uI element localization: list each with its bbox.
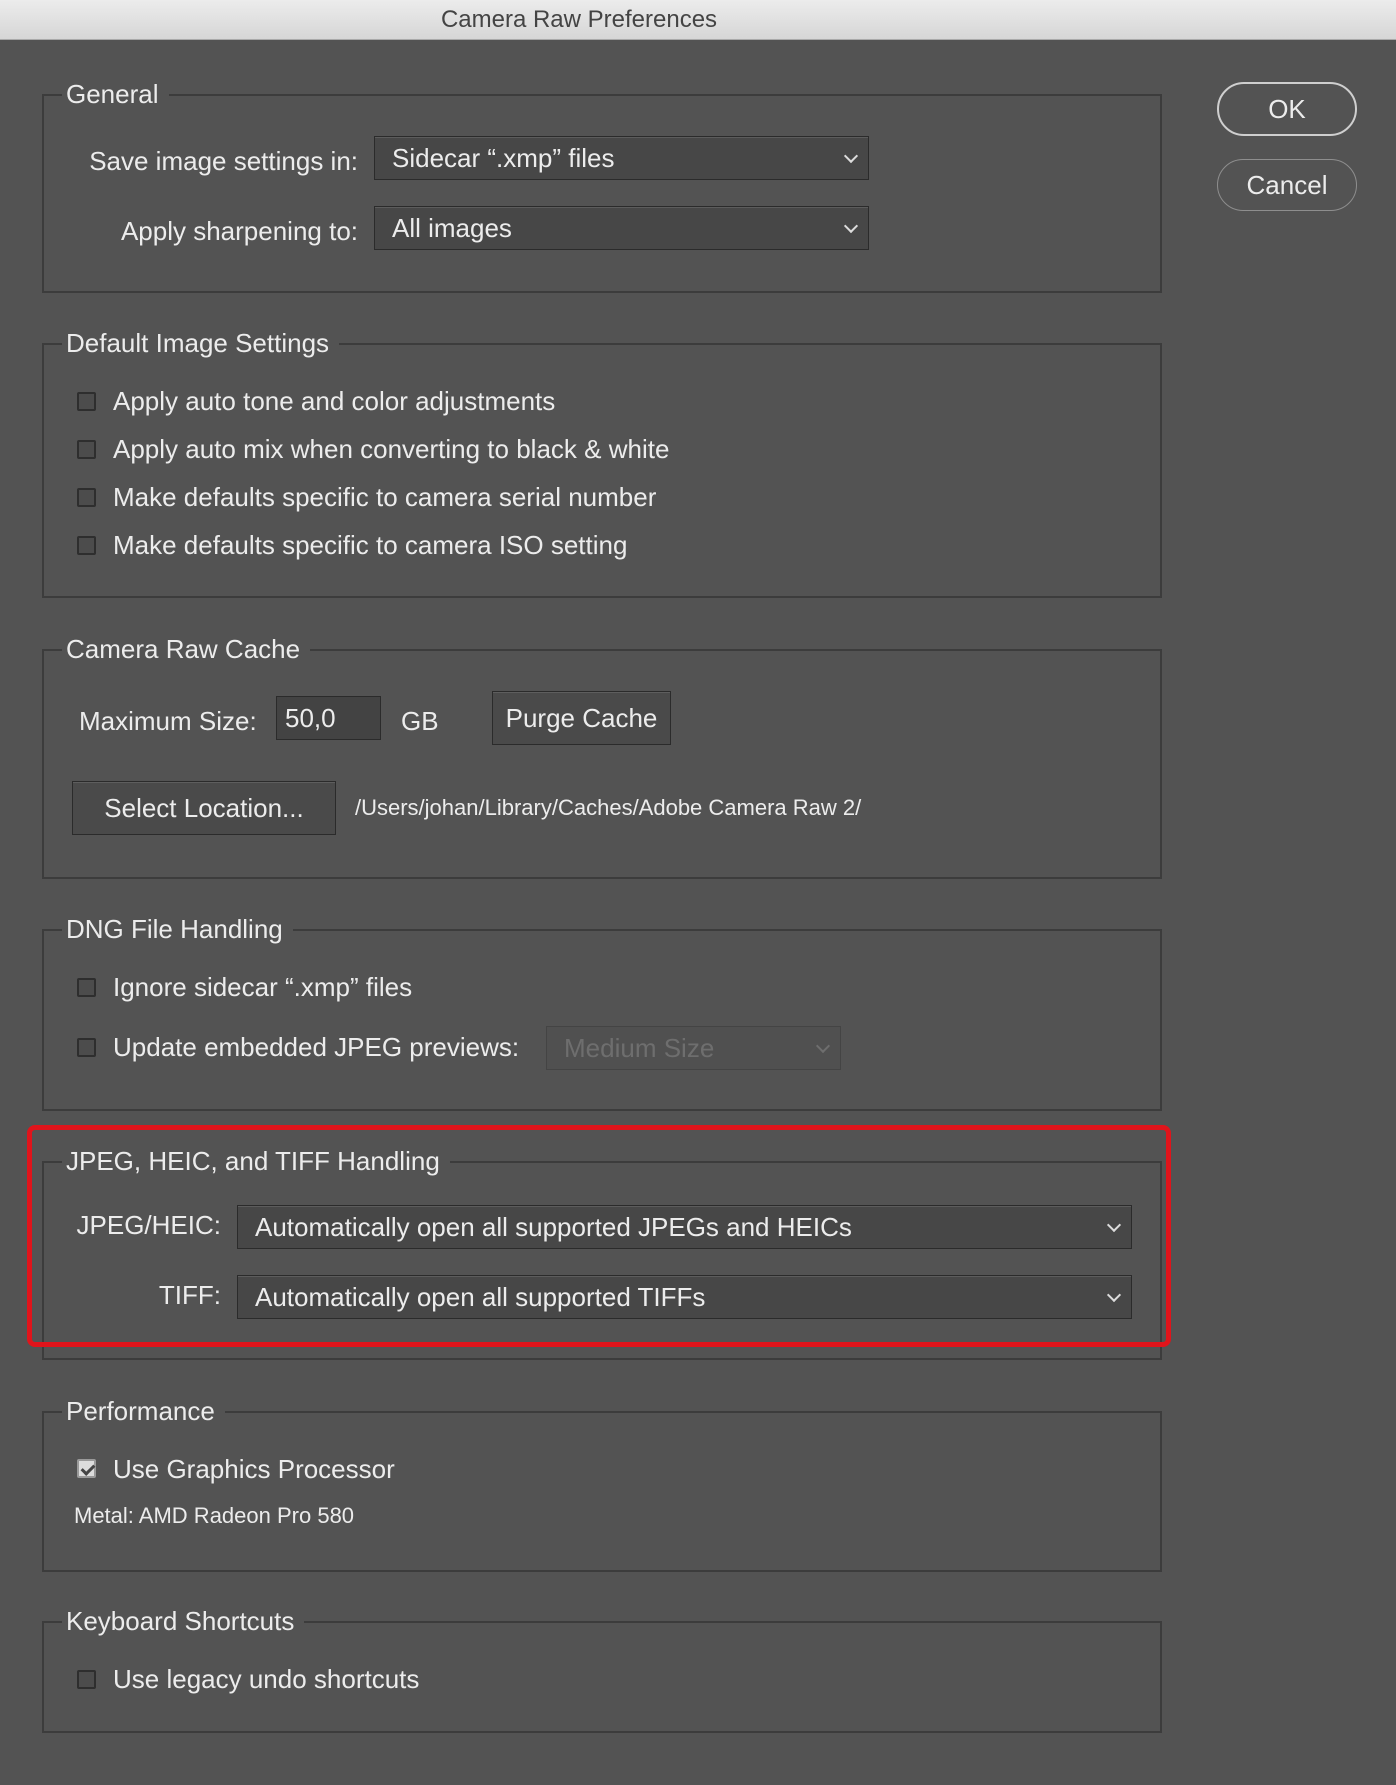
auto-tone-label[interactable]: Apply auto tone and color adjustments [113, 383, 555, 419]
dng-file-handling-legend: DNG File Handling [62, 911, 293, 947]
maximum-size-label: Maximum Size: [79, 706, 257, 736]
save-settings-label: Save image settings in: [89, 146, 358, 176]
dng-file-handling-group: DNG File Handling Ignore sidecar “.xmp” … [42, 911, 1162, 1111]
camera-raw-cache-legend: Camera Raw Cache [62, 631, 311, 667]
sharpen-label: Apply sharpening to: [120, 216, 358, 246]
sharpen-dropdown[interactable]: All images [374, 206, 869, 250]
purge-cache-button[interactable]: Purge Cache [492, 691, 671, 745]
keyboard-shortcuts-group: Keyboard Shortcuts Use legacy undo short… [42, 1603, 1162, 1733]
iso-setting-label[interactable]: Make defaults specific to camera ISO set… [113, 527, 627, 563]
save-settings-dropdown[interactable]: Sidecar “.xmp” files [374, 136, 869, 180]
select-location-button[interactable]: Select Location... [72, 781, 336, 835]
ignore-sidecar-label[interactable]: Ignore sidecar “.xmp” files [113, 969, 412, 1005]
cache-path-text: /Users/johan/Library/Caches/Adobe Camera… [355, 795, 862, 820]
window-title: Camera Raw Preferences [440, 6, 718, 33]
general-group: General Save image settings in: Sidecar … [42, 76, 1162, 293]
serial-number-checkbox[interactable] [77, 488, 96, 507]
maximum-size-input[interactable]: 50,0 [276, 696, 381, 740]
auto-mix-checkbox[interactable] [77, 440, 96, 459]
chevron-down-icon [815, 1038, 831, 1054]
highlight-box [27, 1125, 1171, 1347]
camera-raw-cache-group: Camera Raw Cache Maximum Size: 50,0 GB P… [42, 631, 1162, 879]
performance-legend: Performance [62, 1393, 225, 1429]
use-gpu-checkbox[interactable] [77, 1459, 96, 1478]
default-image-settings-legend: Default Image Settings [62, 325, 340, 361]
serial-number-label[interactable]: Make defaults specific to camera serial … [113, 479, 656, 515]
default-image-settings-group: Default Image Settings Apply auto tone a… [42, 325, 1162, 598]
update-previews-checkbox[interactable] [77, 1038, 96, 1057]
title-bar: Camera Raw Preferences [0, 0, 1396, 40]
keyboard-shortcuts-legend: Keyboard Shortcuts [62, 1603, 305, 1639]
preview-size-dropdown: Medium Size [546, 1026, 841, 1070]
ok-button[interactable]: OK [1217, 82, 1357, 136]
preview-size-value: Medium Size [564, 1033, 715, 1063]
chevron-down-icon [843, 218, 859, 234]
legacy-undo-label[interactable]: Use legacy undo shortcuts [113, 1661, 419, 1697]
use-gpu-label[interactable]: Use Graphics Processor [113, 1451, 395, 1487]
auto-tone-checkbox[interactable] [77, 392, 96, 411]
size-unit-label: GB [401, 706, 439, 736]
cancel-button[interactable]: Cancel [1217, 159, 1357, 211]
legacy-undo-checkbox[interactable] [77, 1670, 96, 1689]
chevron-down-icon [843, 148, 859, 164]
auto-mix-label[interactable]: Apply auto mix when converting to black … [113, 431, 669, 467]
metal-gpu-text: Metal: AMD Radeon Pro 580 [74, 1503, 355, 1528]
save-settings-value: Sidecar “.xmp” files [392, 143, 615, 173]
general-legend: General [62, 76, 169, 112]
iso-setting-checkbox[interactable] [77, 536, 96, 555]
ignore-sidecar-checkbox[interactable] [77, 978, 96, 997]
update-previews-label[interactable]: Update embedded JPEG previews: [113, 1029, 519, 1065]
sharpen-value: All images [392, 213, 512, 243]
performance-group: Performance Use Graphics Processor Metal… [42, 1393, 1162, 1572]
